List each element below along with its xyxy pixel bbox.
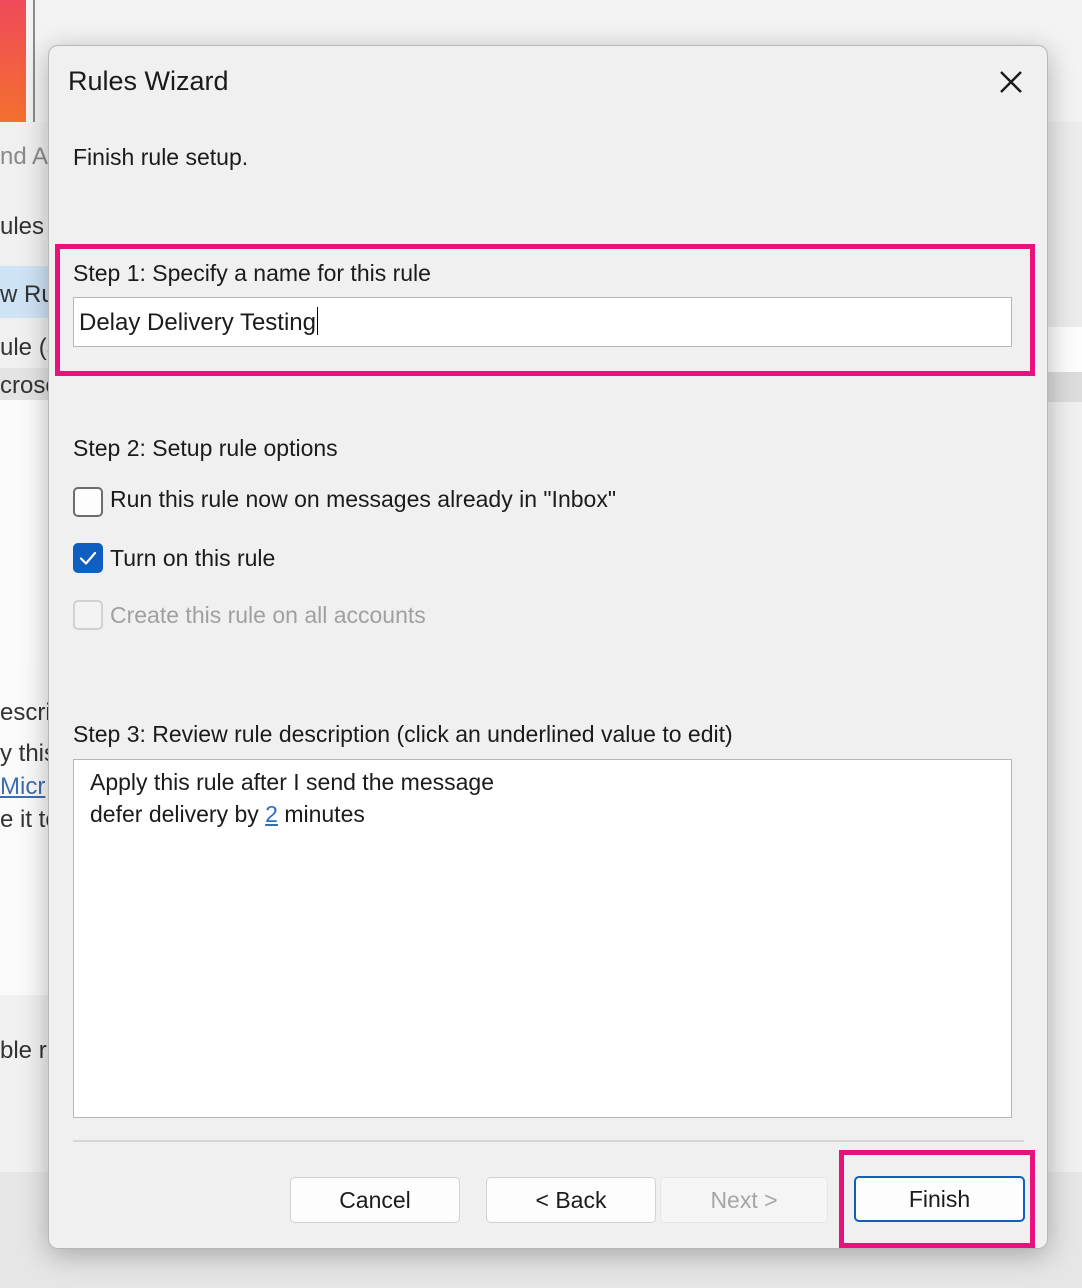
background-list [0, 400, 48, 665]
dialog-titlebar: Rules Wizard [49, 46, 1047, 118]
turn-on-rule-checkbox[interactable] [73, 543, 103, 573]
background-text: e it to [0, 806, 48, 833]
run-rule-now-checkbox[interactable] [73, 487, 103, 517]
rules-wizard-dialog: Rules Wizard Finish rule setup. Step 1: … [48, 45, 1048, 1249]
checkmark-icon [79, 551, 97, 565]
background-text: nd A [0, 143, 48, 170]
background-text: ule (a [0, 334, 48, 361]
text-caret [317, 307, 318, 335]
all-accounts-label: Create this rule on all accounts [110, 602, 426, 628]
background-right-edge [1046, 122, 1082, 327]
finish-button[interactable]: Finish [854, 1176, 1025, 1222]
background-text: y this [0, 740, 48, 767]
close-icon[interactable] [993, 64, 1029, 100]
background-text: escrip [0, 699, 48, 726]
rule-description-box: Apply this rule after I send the message… [73, 759, 1012, 1118]
turn-on-rule-label[interactable]: Turn on this rule [110, 545, 275, 572]
description-prefix: defer delivery by [90, 801, 266, 827]
back-button[interactable]: < Back [486, 1177, 656, 1223]
step2-label: Step 2: Setup rule options [73, 435, 338, 461]
background-right-row [1046, 372, 1082, 402]
run-rule-now-label[interactable]: Run this rule now on messages already in… [110, 486, 616, 513]
all-accounts-checkbox [73, 600, 103, 630]
step1-label: Step 1: Specify a name for this rule [73, 260, 431, 286]
description-line-2: defer delivery by 2 minutes [90, 798, 1011, 830]
cancel-button[interactable]: Cancel [290, 1177, 460, 1223]
footer-separator [73, 1140, 1024, 1142]
background-text: crosc [0, 372, 48, 399]
rule-name-input[interactable]: Delay Delivery Testing [73, 297, 1012, 347]
description-suffix: minutes [277, 801, 365, 827]
background-text: w Ru [0, 281, 48, 308]
delay-minutes-link[interactable]: 2 [265, 801, 278, 827]
wizard-header: Finish rule setup. [73, 144, 249, 170]
background-text: ble r [0, 1037, 47, 1064]
background-text: ules [0, 213, 45, 240]
background-divider [33, 0, 35, 122]
rule-name-value: Delay Delivery Testing [79, 309, 316, 336]
next-button: Next > [660, 1177, 828, 1223]
step3-label: Step 3: Review rule description (click a… [73, 721, 733, 747]
background-link: Micr [0, 773, 46, 800]
background-right-field [1046, 327, 1082, 372]
dialog-title: Rules Wizard [68, 66, 229, 96]
app-icon-strip [0, 0, 26, 122]
description-line-1: Apply this rule after I send the message [90, 769, 494, 795]
